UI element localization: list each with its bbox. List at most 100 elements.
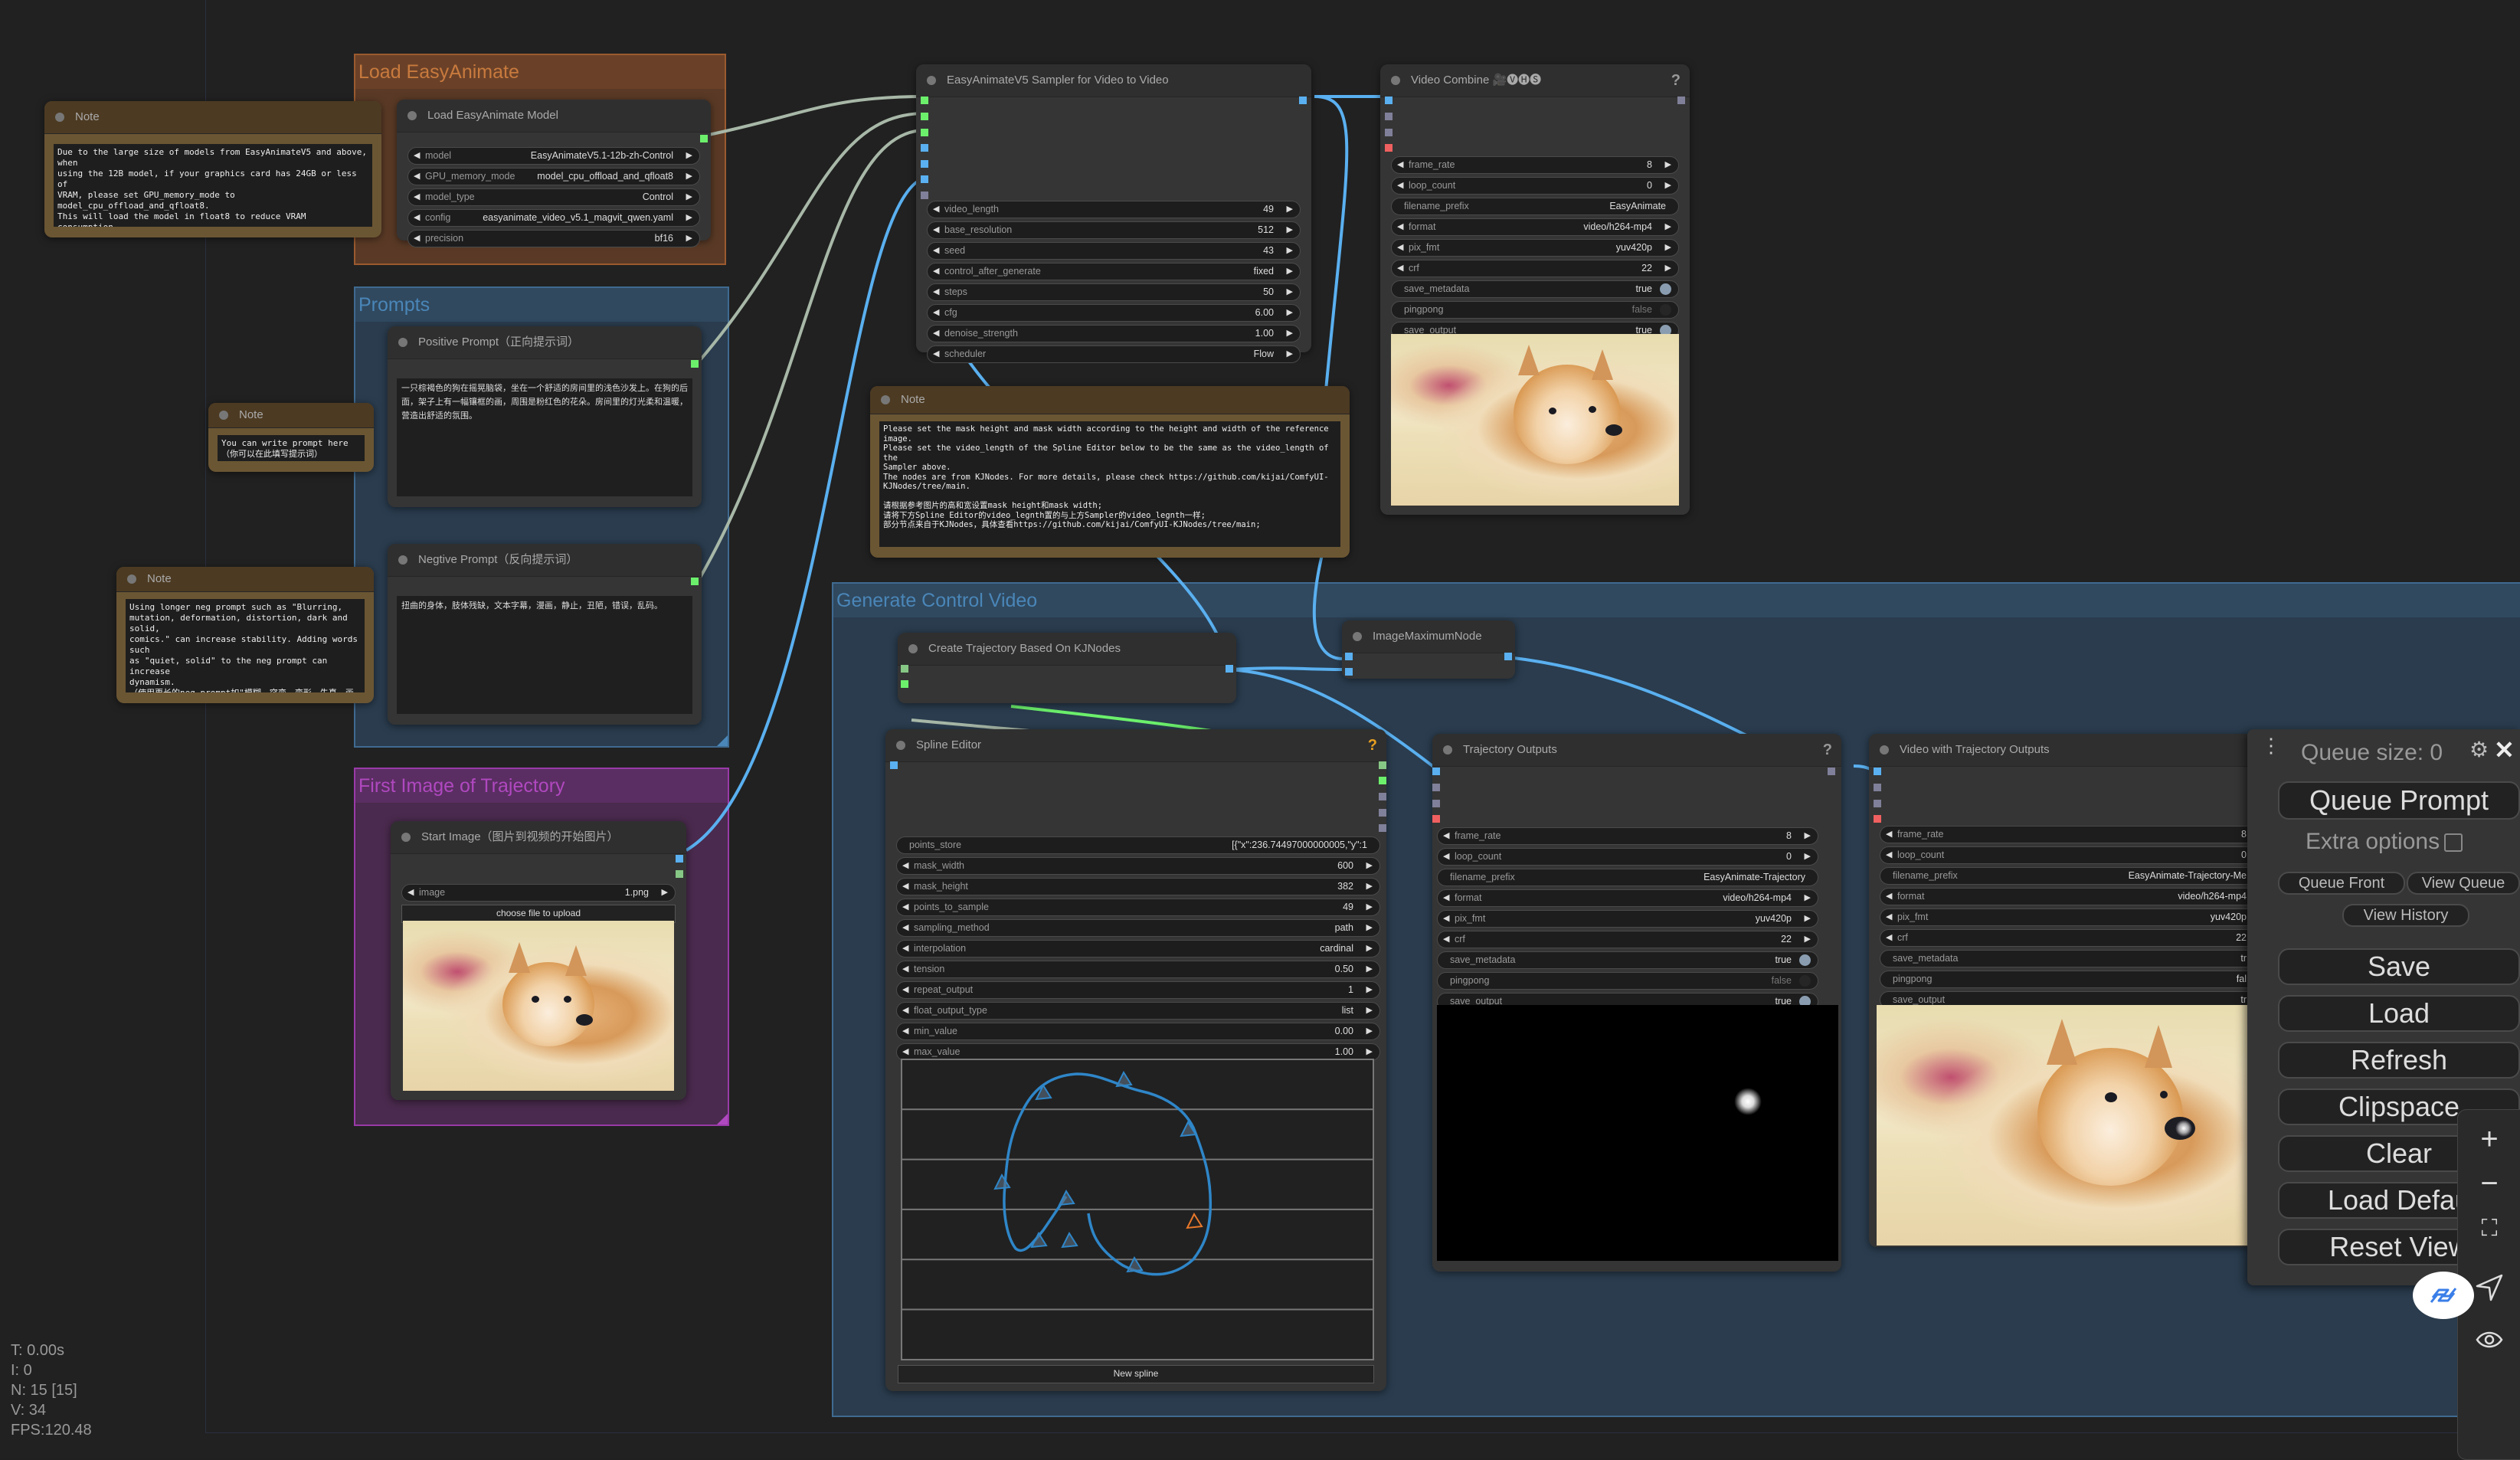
decrement-arrow-icon[interactable]: ◀	[1886, 909, 1892, 925]
decrement-arrow-icon[interactable]: ◀	[933, 326, 939, 341]
widget-scheduler[interactable]: ◀ scheduler Flow ▶	[927, 345, 1301, 363]
node-video-with-trajectory[interactable]: Video with Trajectory Outputs ◀ frame_rat…	[1869, 734, 2278, 1247]
output-slot-images[interactable]	[1299, 97, 1307, 104]
output-slot-image[interactable]	[1504, 653, 1512, 660]
collapse-dot[interactable]	[1353, 632, 1362, 641]
increment-arrow-icon[interactable]: ▶	[1366, 879, 1373, 894]
view-queue-button[interactable]: View Queue	[2407, 872, 2520, 895]
widget-frame-rate[interactable]: ◀frame_rate8▶	[1437, 827, 1818, 845]
collapse-dot[interactable]	[219, 411, 228, 420]
decrement-arrow-icon[interactable]: ◀	[902, 879, 908, 894]
node-header[interactable]: Note	[870, 386, 1350, 414]
increment-arrow-icon[interactable]: ▶	[1805, 828, 1811, 843]
output-slot[interactable]	[1379, 809, 1386, 817]
increment-arrow-icon[interactable]: ▶	[1366, 1003, 1373, 1018]
increment-arrow-icon[interactable]: ▶	[1287, 284, 1293, 300]
collapse-dot[interactable]	[908, 644, 918, 653]
input-slot[interactable]	[921, 192, 928, 199]
increment-arrow-icon[interactable]: ▶	[1366, 858, 1373, 873]
increment-arrow-icon[interactable]: ▶	[1665, 260, 1671, 276]
decrement-arrow-icon[interactable]: ◀	[902, 1003, 908, 1018]
node-header[interactable]: ImageMaximumNode	[1342, 620, 1515, 653]
toggle-links-visibility-icon[interactable]	[2458, 1324, 2520, 1363]
node-header[interactable]: Create Trajectory Based On KJNodes	[898, 633, 1236, 666]
widget-loop-count[interactable]: ◀loop_count0▶	[1391, 177, 1679, 195]
widget-denoise-strength[interactable]: ◀ denoise_strength 1.00 ▶	[927, 325, 1301, 342]
input-slot[interactable]	[890, 761, 898, 769]
increment-arrow-icon[interactable]: ▶	[1366, 1023, 1373, 1039]
input-slot-images[interactable]	[1385, 97, 1393, 104]
decrement-arrow-icon[interactable]: ◀	[902, 1044, 908, 1059]
node-header[interactable]: Negtive Prompt（反向提示词）	[388, 544, 702, 577]
queue-front-button[interactable]: Queue Front	[2278, 872, 2405, 895]
widget-pingpong[interactable]: pingpong false	[1391, 301, 1679, 319]
widget-pix-fmt[interactable]: ◀pix_fmtyuv420p▶	[1880, 908, 2278, 926]
collapse-dot[interactable]	[55, 113, 64, 122]
widget-repeat-output[interactable]: ◀ repeat_output 1 ▶	[896, 981, 1380, 999]
decrement-arrow-icon[interactable]: ◀	[1443, 849, 1449, 864]
node-negative-prompt[interactable]: Negtive Prompt（反向提示词） 扭曲的身体，肢体残缺，文本字幕，漫画…	[388, 544, 702, 725]
node-trajectory-outputs[interactable]: Trajectory Outputs? ◀ frame_rate 8 ▶ ◀ loop_c…	[1432, 734, 1841, 1272]
widget-cfg[interactable]: ◀ cfg 6.00 ▶	[927, 304, 1301, 322]
decrement-arrow-icon[interactable]: ◀	[1443, 828, 1449, 843]
decrement-arrow-icon[interactable]: ◀	[1886, 930, 1892, 945]
widget-pingpong[interactable]: pingpong fal	[1880, 971, 2278, 988]
increment-arrow-icon[interactable]: ▶	[1366, 982, 1373, 997]
increment-arrow-icon[interactable]: ▶	[1665, 178, 1671, 193]
collapse-dot[interactable]	[1880, 745, 1889, 755]
widget-loop-count[interactable]: ◀loop_count0▶	[1880, 846, 2278, 864]
increment-arrow-icon[interactable]: ▶	[1665, 157, 1671, 172]
increment-arrow-icon[interactable]: ▶	[1287, 201, 1293, 217]
widget-gpu-memory-mode[interactable]: ◀ GPU_memory_mode model_cpu_offload_and_qf…	[407, 168, 700, 185]
refresh-button[interactable]: Refresh	[2278, 1042, 2520, 1079]
collapse-dot[interactable]	[1443, 745, 1452, 755]
widget-mask-height[interactable]: ◀ mask_height 382 ▶	[896, 878, 1380, 895]
decrement-arrow-icon[interactable]: ◀	[902, 961, 908, 977]
output-slot-image[interactable]	[1226, 665, 1233, 673]
queue-prompt-button[interactable]: Queue Prompt	[2278, 781, 2520, 820]
increment-arrow-icon[interactable]: ▶	[1287, 346, 1293, 362]
widget-points-store[interactable]: points_store [{"x":236.74497000000005,"y"…	[896, 836, 1380, 854]
increment-arrow-icon[interactable]: ▶	[1805, 931, 1811, 947]
widget-crf[interactable]: ◀ crf 22 ▶	[1437, 931, 1818, 948]
collapse-dot[interactable]	[927, 76, 936, 85]
decrement-arrow-icon[interactable]: ◀	[414, 148, 420, 163]
help-icon[interactable]: ?	[1368, 729, 1377, 761]
node-header[interactable]: Note	[44, 101, 381, 134]
decrement-arrow-icon[interactable]: ◀	[407, 885, 414, 900]
output-slot-mask[interactable]	[676, 870, 683, 878]
decrement-arrow-icon[interactable]: ◀	[933, 264, 939, 279]
increment-arrow-icon[interactable]: ▶	[1366, 920, 1373, 935]
input-slot[interactable]	[921, 113, 928, 120]
fit-view-icon[interactable]: ⛶	[2458, 1216, 2520, 1242]
widget-float-output-type[interactable]: ◀ float_output_type list ▶	[896, 1002, 1380, 1020]
note-text[interactable]: Using longer neg prompt such as "Blurrin…	[126, 599, 365, 692]
node-video-combine[interactable]: Video Combine 🎥🅥🅗🅢? ◀ frame_rate 8 ▶ ◀ loop_c…	[1380, 64, 1690, 515]
decrement-arrow-icon[interactable]: ◀	[1397, 260, 1403, 276]
output-slot[interactable]	[1379, 761, 1386, 769]
decrement-arrow-icon[interactable]: ◀	[1443, 931, 1449, 947]
output-slot-model[interactable]	[700, 135, 708, 142]
output-slot[interactable]	[1828, 768, 1835, 775]
widget-min-value[interactable]: ◀ min_value 0.00 ▶	[896, 1023, 1380, 1040]
node-positive-prompt[interactable]: Positive Prompt（正向提示词） 一只棕褐色的狗在摇晃脑袋，坐在一个…	[388, 326, 702, 507]
decrement-arrow-icon[interactable]: ◀	[902, 941, 908, 956]
widget-frame-rate[interactable]: ◀frame_rate8▶	[1880, 826, 2278, 843]
load-button[interactable]: Load	[2278, 995, 2520, 1032]
input-slot[interactable]	[1345, 653, 1353, 660]
widget-format[interactable]: ◀ format video/h264-mp4 ▶	[1391, 218, 1679, 236]
note-text[interactable]: You can write prompt here （你可以在此填写提示词）	[218, 435, 365, 461]
collapse-dot[interactable]	[398, 555, 407, 565]
widget-save-metadata[interactable]: save_metadata true	[1437, 951, 1818, 969]
positive-prompt-textarea[interactable]: 一只棕褐色的狗在摇晃脑袋，坐在一个舒适的房间里的浅色沙发上。在狗的后面，架子上有…	[397, 378, 692, 496]
output-slot[interactable]	[1379, 793, 1386, 800]
toggle-switch[interactable]	[1799, 954, 1811, 966]
increment-arrow-icon[interactable]: ▶	[1805, 849, 1811, 864]
output-slot[interactable]	[1677, 97, 1685, 104]
increment-arrow-icon[interactable]: ▶	[662, 885, 668, 900]
save-button[interactable]: Save	[2278, 948, 2520, 985]
node-header[interactable]: Note	[116, 567, 374, 592]
zoom-in-icon[interactable]: +	[2458, 1122, 2520, 1157]
decrement-arrow-icon[interactable]: ◀	[414, 189, 420, 205]
node-header[interactable]: Positive Prompt（正向提示词）	[388, 326, 702, 359]
